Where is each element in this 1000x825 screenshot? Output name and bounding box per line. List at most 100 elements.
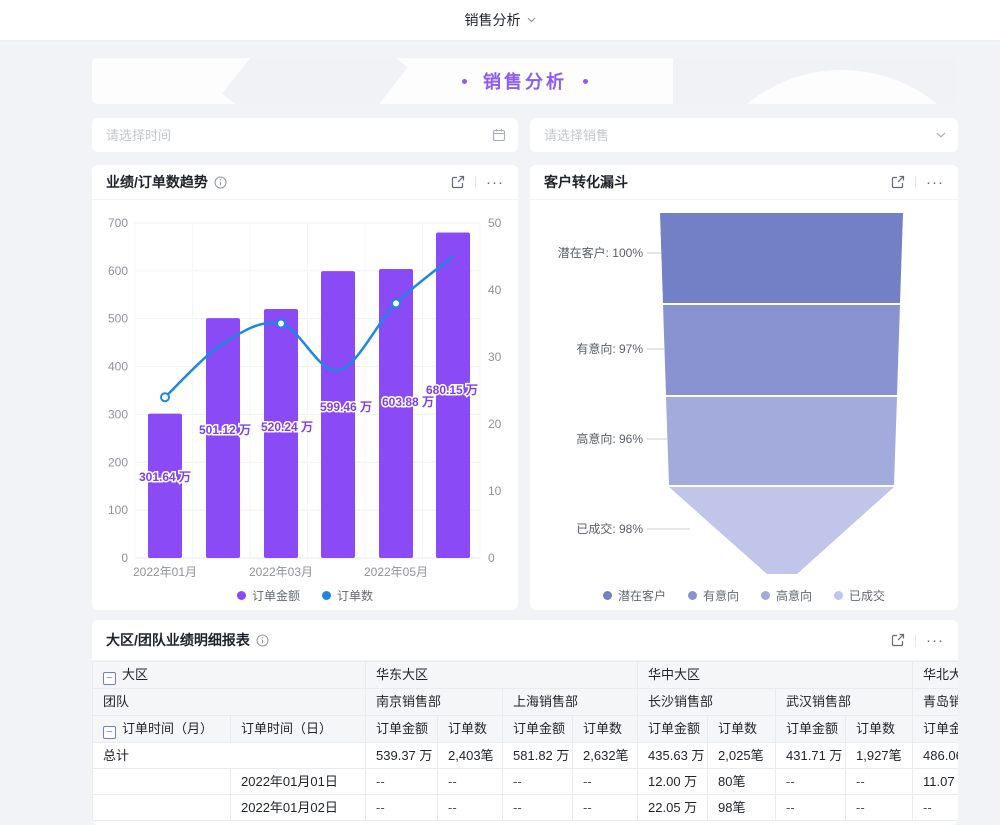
- legend-dot: [834, 591, 843, 600]
- value-cell: --: [913, 795, 958, 821]
- table-total-row: 总计539.37 万2,403笔581.82 万2,632笔435.63 万2,…: [93, 743, 959, 769]
- team-name-cell: 上海销售部: [503, 689, 638, 716]
- legend-label: 潜在客户: [618, 587, 666, 604]
- funnel-chart-svg: 潜在客户: 100%有意向: 97%高意向: 96%已成交: 98%: [530, 200, 958, 611]
- bar-value-label: 680.15 万: [426, 383, 478, 397]
- more-icon[interactable]: ···: [926, 175, 944, 190]
- funnel-legend: 潜在客户 有意向 高意向 已成交: [530, 587, 958, 604]
- left-axis-tick-label: 100: [108, 503, 128, 517]
- legend-dot: [237, 591, 246, 600]
- sales-filter[interactable]: [530, 118, 958, 152]
- trend-bar[interactable]: [148, 414, 182, 558]
- banner-dot-right: [583, 79, 588, 84]
- value-cell: --: [503, 769, 573, 795]
- funnel-segment[interactable]: [666, 397, 897, 485]
- legend-item[interactable]: 订单数: [322, 587, 373, 604]
- value-cell: 2,025笔: [708, 743, 776, 769]
- sales-filter-select[interactable]: [542, 127, 936, 144]
- value-cell: 539.37 万: [366, 743, 438, 769]
- trend-bar[interactable]: [321, 271, 355, 558]
- value-cell: 435.63 万: [638, 743, 708, 769]
- amount-header-cell: 订单金额: [776, 716, 846, 743]
- value-cell: --: [846, 795, 913, 821]
- bar-value-label: 603.88 万: [382, 395, 434, 409]
- table-card: 大区/团队业绩明细报表 ··· −大区华东大区华中大区华北大区团队南: [92, 620, 958, 825]
- chevron-down-icon[interactable]: [936, 132, 946, 138]
- legend-item[interactable]: 潜在客户: [603, 587, 666, 604]
- export-icon[interactable]: [891, 175, 905, 189]
- banner-dot-left: [462, 79, 467, 84]
- value-cell: 98笔: [708, 795, 776, 821]
- funnel-stage-label: 高意向: 96%: [576, 431, 643, 446]
- trend-bar[interactable]: [379, 269, 413, 558]
- value-cell: --: [366, 769, 438, 795]
- legend-dot: [322, 591, 331, 600]
- count-header-cell: 订单数: [846, 716, 913, 743]
- funnel-segment[interactable]: [669, 487, 894, 574]
- table-header-row-team: 团队南京销售部上海销售部长沙销售部武汉销售部青岛销售部: [93, 689, 959, 716]
- region-name-cell: 华北大区: [913, 662, 958, 689]
- value-cell: --: [573, 795, 638, 821]
- bar-value-label: 520.24 万: [261, 420, 313, 434]
- legend-label: 高意向: [776, 587, 812, 604]
- table-title: 大区/团队业绩明细报表: [106, 630, 250, 650]
- info-icon[interactable]: [214, 176, 227, 189]
- navbar-title[interactable]: 销售分析: [465, 10, 521, 30]
- legend-item[interactable]: 订单金额: [237, 587, 300, 604]
- chevron-down-icon[interactable]: [527, 17, 536, 23]
- value-cell: --: [503, 795, 573, 821]
- table-row: 2022年01月01日--------12.00 万80笔----11.07 万: [93, 769, 959, 795]
- left-axis-tick-label: 200: [108, 455, 128, 469]
- legend-label: 已成交: [849, 587, 885, 604]
- more-icon[interactable]: ···: [926, 633, 944, 648]
- legend-item[interactable]: 已成交: [834, 587, 885, 604]
- export-icon[interactable]: [891, 633, 905, 647]
- region-header-cell: −大区: [93, 662, 366, 689]
- total-label-cell: 总计: [93, 743, 366, 769]
- value-cell: 486.06 万: [913, 743, 958, 769]
- time-filter-input[interactable]: [104, 127, 492, 144]
- amount-header-cell: 订单金额: [366, 716, 438, 743]
- info-icon[interactable]: [256, 634, 269, 647]
- funnel-segment[interactable]: [660, 213, 903, 303]
- value-cell: --: [846, 769, 913, 795]
- funnel-stage-label: 潜在客户: 100%: [558, 245, 644, 260]
- divider: [915, 176, 916, 189]
- line-marker[interactable]: [161, 393, 169, 401]
- team-header-cell: 团队: [93, 689, 366, 716]
- left-axis-tick-label: 700: [108, 216, 128, 230]
- month-cell: [93, 769, 231, 795]
- amount-header-cell: 订单金额: [638, 716, 708, 743]
- day-cell: 2022年01月01日: [231, 769, 366, 795]
- funnel-stage-label: 已成交: 98%: [576, 521, 643, 536]
- legend-label: 订单金额: [252, 587, 300, 604]
- legend-label: 订单数: [337, 587, 373, 604]
- line-marker[interactable]: [277, 320, 285, 328]
- trend-card-title: 业绩/订单数趋势: [106, 172, 208, 192]
- export-icon[interactable]: [451, 175, 465, 189]
- time-filter[interactable]: [92, 118, 518, 152]
- left-axis-tick-label: 0: [121, 551, 128, 565]
- calendar-icon[interactable]: [492, 128, 506, 142]
- table-header-row-region: −大区华东大区华中大区华北大区: [93, 662, 959, 689]
- funnel-segment[interactable]: [663, 305, 900, 395]
- bar-value-label: 501.12 万: [199, 423, 251, 437]
- month-header-cell: −订单时间（月）: [93, 716, 231, 743]
- right-axis-tick-label: 10: [488, 484, 502, 498]
- table-header-row-metric: −订单时间（月）订单时间（日）订单金额订单数订单金额订单数订单金额订单数订单金额…: [93, 716, 959, 743]
- collapse-icon[interactable]: −: [103, 672, 116, 685]
- value-cell: 80笔: [708, 769, 776, 795]
- bar-value-label: 301.64 万: [139, 470, 191, 484]
- funnel-card: 客户转化漏斗 ··· 潜在客户: 100%有意向: 97%高意向: 96%已成交…: [530, 165, 958, 610]
- more-icon[interactable]: ···: [486, 175, 504, 190]
- legend-item[interactable]: 有意向: [688, 587, 739, 604]
- line-marker[interactable]: [392, 299, 400, 307]
- table-row: 2022年01月02日--------22.05 万98笔------: [93, 795, 959, 821]
- legend-item[interactable]: 高意向: [761, 587, 812, 604]
- legend-dot: [603, 591, 612, 600]
- left-axis-tick-label: 400: [108, 360, 128, 374]
- count-header-cell: 订单数: [708, 716, 776, 743]
- value-cell: 22.05 万: [638, 795, 708, 821]
- value-cell: 2,403笔: [438, 743, 503, 769]
- collapse-icon[interactable]: −: [103, 726, 116, 739]
